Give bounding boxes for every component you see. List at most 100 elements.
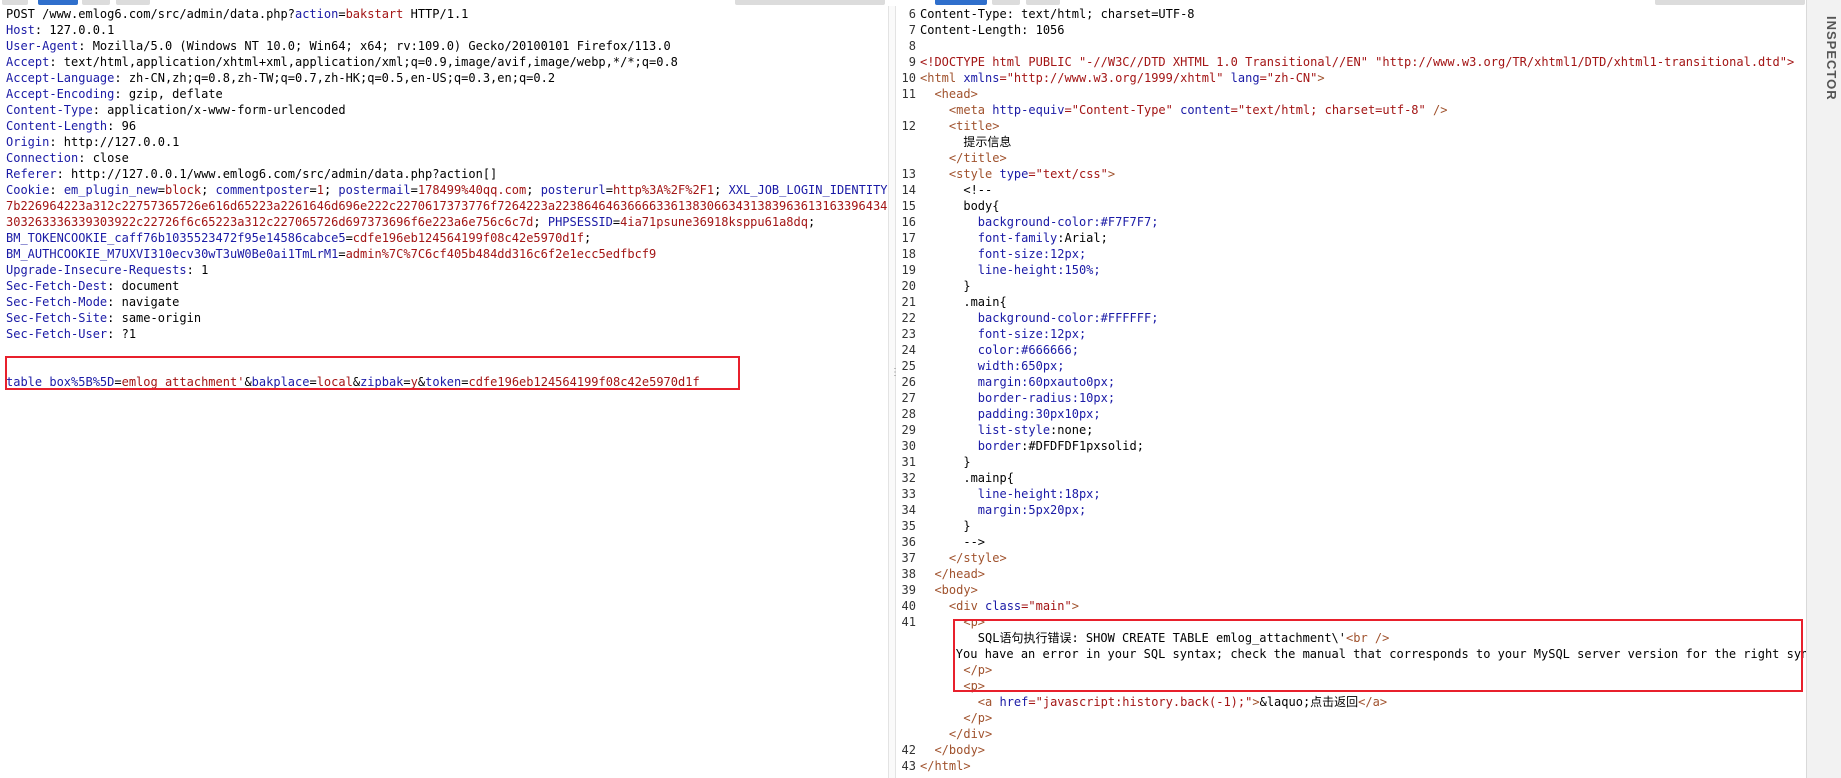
response-code: font-size:12px; [920, 246, 1086, 262]
request-tab-active[interactable] [38, 0, 78, 5]
response-code: </html> [920, 758, 971, 774]
response-token: <style [920, 167, 1000, 181]
request-tab-2[interactable] [82, 0, 110, 5]
request-options-tab[interactable] [735, 0, 885, 5]
response-code: <style type="text/css"> [920, 166, 1115, 182]
request-line: Content-Type: application/x-www-form-url… [0, 102, 888, 118]
request-tab-3[interactable] [116, 0, 150, 5]
response-token: :none; [1050, 423, 1094, 437]
response-token: lang [1230, 71, 1260, 85]
request-token: BM_AUTHCOOKIE_M7UXVI310ecv30wT3uW0Be0ai1… [6, 247, 339, 261]
line-number: 8 [908, 39, 916, 53]
response-token: background-color [920, 215, 1094, 229]
request-token: zipbak [360, 375, 404, 389]
request-token: PHPSESSID [547, 215, 613, 229]
response-line: 10 <html xmlns="http://www.w3.org/1999/xh… [894, 70, 1806, 86]
response-token: font-family [920, 231, 1058, 245]
request-token: y [410, 375, 418, 389]
request-token: BM_TOKENCOOKIE_caff76b1035523472f95e1458… [6, 231, 346, 245]
request-editor[interactable]: POST /www.emlog6.com/src/admin/data.php?… [0, 6, 888, 778]
response-line: 39 <body> [894, 582, 1806, 598]
line-number [894, 630, 920, 646]
request-token: : application/x-www-form-urlencoded [92, 103, 346, 117]
request-token: = [338, 7, 346, 21]
response-token: color [920, 343, 1014, 357]
response-token: > [1252, 695, 1260, 709]
response-line: 32 .mainp{ [894, 470, 1806, 486]
request-token: Origin [6, 135, 50, 149]
line-number: 6 [908, 7, 916, 21]
response-token: .main{ [920, 295, 1007, 309]
request-token: bakstart [345, 7, 404, 21]
response-token: content [1180, 103, 1231, 117]
response-line: 37 </style> [894, 550, 1806, 566]
response-token: &laquo;点击返回 [1259, 695, 1359, 709]
line-number: 41 [901, 615, 916, 629]
line-number: 36 [901, 535, 916, 549]
response-token: :30px10px; [1028, 407, 1101, 421]
request-line [0, 342, 888, 358]
response-code: line-height:150%; [920, 262, 1101, 278]
response-code: <!DOCTYPE html PUBLIC "-//W3C//DTD XHTML… [920, 54, 1794, 70]
response-token: SQL语句执行错误: SHOW CREATE TABLE emlog_attac… [920, 631, 1347, 645]
response-code: } [920, 454, 970, 470]
line-number: 12 [901, 119, 916, 133]
response-token: :#666666; [1013, 343, 1079, 357]
line-number: 38 [901, 567, 916, 581]
request-token: = [403, 375, 411, 389]
request-tab-1[interactable] [2, 0, 28, 5]
inspector-label[interactable]: INSPECTOR [1824, 16, 1839, 101]
request-token: : 96 [107, 119, 137, 133]
request-token: = [114, 375, 122, 389]
request-line: Host: 127.0.0.1 [0, 22, 888, 38]
response-code: <!-- [920, 182, 992, 198]
request-token: Content-Length [6, 119, 108, 133]
response-code: font-family:Arial; [920, 230, 1108, 246]
response-line: 41 <p> [894, 614, 1806, 630]
response-tab-3[interactable] [1026, 0, 1060, 5]
request-line: Sec-Fetch-Site: same-origin [0, 310, 888, 326]
request-line: BM_AUTHCOOKIE_M7UXVI310ecv30wT3uW0Be0ai1… [0, 246, 888, 262]
request-token: 4ia71psune36918ksppu61a8dq [620, 215, 808, 229]
request-token: : gzip, deflate [114, 87, 223, 101]
response-code: <meta http-equiv="Content-Type" content=… [920, 102, 1448, 118]
response-token: > [1107, 167, 1116, 181]
line-number: 32 [901, 471, 916, 485]
response-line: 23 font-size:12px; [894, 326, 1806, 342]
response-tab-2[interactable] [992, 0, 1020, 5]
response-code: </body> [920, 742, 985, 758]
response-code: <html xmlns="http://www.w3.org/1999/xhtm… [920, 70, 1325, 86]
response-code: SQL语句执行错误: SHOW CREATE TABLE emlog_attac… [920, 630, 1390, 646]
inspector-sidebar[interactable]: INSPECTOR [1806, 0, 1841, 778]
response-code: </div> [920, 726, 992, 742]
response-tab-active[interactable] [935, 0, 987, 5]
response-line: 14 <!-- [894, 182, 1806, 198]
request-token: : Mozilla/5.0 (Windows NT 10.0; Win64; x… [78, 39, 671, 53]
request-token: Accept [6, 55, 50, 69]
request-token: 303263336339303922c22726f6c65223a312c227… [6, 215, 534, 229]
response-editor[interactable]: 6 Content-Type: text/html; charset=UTF-8 7… [894, 6, 1806, 778]
request-line: Connection: close [0, 150, 888, 166]
response-token: } [920, 519, 971, 533]
request-token: Sec-Fetch-Dest [6, 279, 108, 293]
response-options-tab[interactable] [1655, 0, 1805, 5]
request-token: HTTP/1.1 [403, 7, 469, 21]
line-number: 30 [901, 439, 916, 453]
response-code: <head> [920, 86, 977, 102]
response-code: Content-Type: text/html; charset=UTF-8 [920, 6, 1195, 22]
response-token: </head> [920, 567, 986, 581]
request-token: : close [78, 151, 129, 165]
response-token: </html> [920, 759, 971, 773]
response-line: 28 padding:30px10px; [894, 406, 1806, 422]
line-number: 27 [901, 391, 916, 405]
response-token: background-color [920, 311, 1094, 325]
response-code: </title> [920, 150, 1007, 166]
request-line: Content-Length: 96 [0, 118, 888, 134]
response-token: .mainp{ [920, 471, 1014, 485]
response-code: font-size:12px; [920, 326, 1086, 342]
request-token: : ?1 [107, 327, 137, 341]
request-token: local [316, 375, 353, 389]
response-line: 18 font-size:12px; [894, 246, 1806, 262]
request-token: cdfe196eb124564199f08c42e5970d1f [468, 375, 700, 389]
response-token: ="http://www.w3.org/1999/xhtml" [999, 71, 1231, 85]
